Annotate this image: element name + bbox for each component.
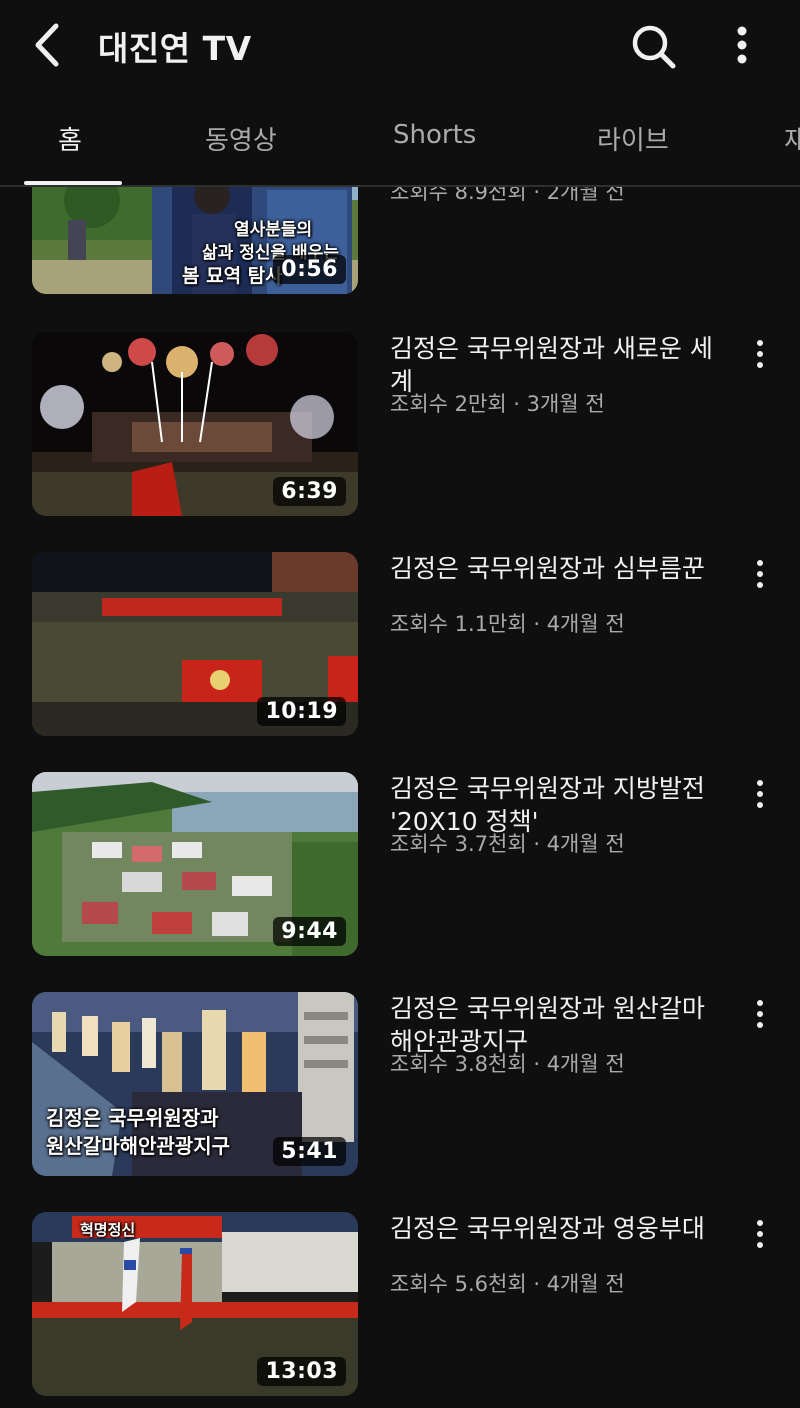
video-duration: 5:41 [273,1137,346,1166]
tab-videos[interactable]: 동영상 [205,120,277,157]
video-duration: 0:56 [273,255,346,284]
video-title[interactable]: 김정은 국무위원장과 심부름꾼 [390,552,720,585]
top-app-bar: 대진연 TV [0,0,800,92]
caption-line: 김정은 국무위원장과 [46,1106,219,1130]
video-more-button[interactable] [746,554,774,594]
video-duration: 6:39 [273,477,346,506]
tabs-divider [0,185,800,187]
video-thumbnail[interactable]: 9:44 [32,772,358,956]
video-meta: 조회수 3.8천회 · 4개월 전 [390,1052,625,1076]
video-thumbnail[interactable]: 10:19 [32,552,358,736]
video-meta: 조회수 3.7천회 · 4개월 전 [390,832,625,856]
video-thumbnail[interactable]: 김정은 국무위원장과 원산갈마해안관광지구 5:41 [32,992,358,1176]
video-thumbnail[interactable]: 6:39 [32,332,358,516]
search-button[interactable] [626,20,680,74]
video-more-button[interactable] [746,1214,774,1254]
channel-tabs: 홈 동영상 Shorts 라이브 재 [0,92,800,186]
caption-line: 열사분들의 [234,220,313,240]
search-icon [632,25,676,69]
tab-live[interactable]: 라이브 [597,120,669,157]
video-more-button[interactable] [746,774,774,814]
video-duration: 10:19 [257,697,346,726]
caption-line: 원산갈마해안관광지구 [46,1134,230,1158]
video-item[interactable]: 10:19 김정은 국무위원장과 심부름꾼 조회수 1.1만회 · 4개월 전 [0,552,800,736]
video-item[interactable]: 혁명정신 13:03 김정은 국무위원장과 영웅부대 조회수 5.6천회 · 4… [0,1212,800,1396]
tab-home[interactable]: 홈 [58,120,82,157]
tab-shorts[interactable]: Shorts [393,120,476,150]
channel-page: 대진연 TV 홈 동영상 Shorts 라이브 재 열사분들의 삶과 정신을 배… [0,0,800,1408]
video-duration: 9:44 [273,917,346,946]
thumbnail-caption: 김정은 국무위원장과 원산갈마해안관광지구 [46,1104,230,1160]
video-item[interactable]: 김정은 국무위원장과 원산갈마해안관광지구 5:41 김정은 국무위원장과 원산… [0,992,800,1176]
video-title[interactable]: 김정은 국무위원장과 영웅부대 [390,1212,720,1245]
more-vert-icon [737,26,747,64]
video-thumbnail[interactable]: 혁명정신 13:03 [32,1212,358,1396]
video-item[interactable]: 9:44 김정은 국무위원장과 지방발전 '20X10 정책' 조회수 3.7천… [0,772,800,956]
back-button[interactable] [22,18,72,72]
video-item[interactable]: 6:39 김정은 국무위원장과 새로운 세계 조회수 2만회 · 3개월 전 [0,332,800,516]
video-meta: 조회수 1.1만회 · 4개월 전 [390,612,625,636]
tab-partial[interactable]: 재 [784,120,800,157]
more-options-button[interactable] [722,20,762,74]
video-meta: 조회수 2만회 · 3개월 전 [390,392,605,416]
caption-line: 혁명정신 [80,1221,136,1239]
video-meta: 조회수 5.6천회 · 4개월 전 [390,1272,625,1296]
video-duration: 13:03 [257,1357,346,1386]
back-arrow-icon [35,23,59,67]
video-more-button[interactable] [746,994,774,1034]
video-more-button[interactable] [746,334,774,374]
channel-title: 대진연 TV [98,29,252,68]
thumbnail-caption: 혁명정신 [80,1220,135,1240]
